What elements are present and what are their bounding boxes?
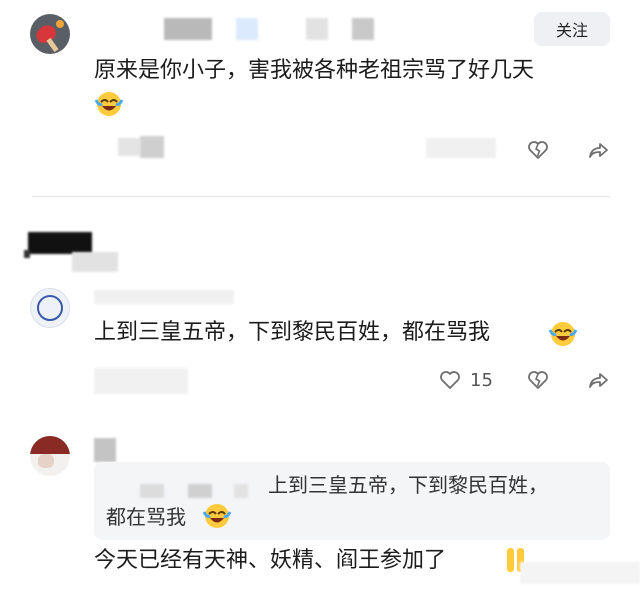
dislike-button[interactable] [526, 368, 550, 392]
avatar[interactable] [30, 288, 70, 328]
share-arrow-icon [589, 143, 608, 158]
like-count: 15 [470, 370, 493, 391]
redacted-block [24, 250, 30, 258]
avatar[interactable] [30, 14, 70, 54]
redacted-quote-user [188, 484, 212, 498]
redacted-meta [94, 368, 188, 394]
avatar-face [38, 454, 54, 468]
share-arrow-icon [589, 373, 608, 388]
dislike-button[interactable] [526, 138, 550, 162]
redacted-badge [236, 18, 258, 40]
comment-text: 上到三皇五帝，下到黎民百姓，都在骂我 [94, 320, 491, 345]
share-button[interactable] [586, 138, 610, 162]
redacted-username [94, 290, 234, 304]
seal-ring [37, 295, 63, 321]
redacted-username [94, 438, 116, 462]
quote-text-line2: 都在骂我 [106, 505, 186, 529]
redacted-badge [352, 18, 374, 40]
redacted-quote-user [234, 484, 248, 498]
avatar[interactable] [30, 436, 70, 476]
like-button[interactable] [438, 368, 462, 392]
comment-text: 今天已经有天神、妖精、阎王参加了 [94, 548, 447, 573]
redacted-meta [118, 138, 140, 156]
redacted-block [28, 232, 92, 254]
laughing-crying-emoji-icon [94, 88, 124, 118]
redacted-badge [306, 18, 328, 40]
follow-button[interactable]: 关注 [534, 12, 610, 46]
laughing-crying-emoji-icon [202, 500, 232, 530]
redacted-username [164, 18, 212, 40]
laughing-crying-emoji-icon [548, 318, 578, 348]
paddle-handle [46, 37, 59, 53]
ping-pong-paddle-icon [33, 22, 59, 46]
heart-outline-icon [440, 371, 460, 389]
broken-heart-icon [528, 141, 548, 159]
divider [32, 196, 610, 197]
avatar-hair [30, 436, 70, 454]
comment-text: 原来是你小子，害我被各种老祖宗骂了好几天 [94, 58, 535, 83]
redacted-block [72, 252, 118, 272]
quote-text-line1: 上到三皇五帝，下到黎民百姓， [268, 473, 548, 497]
ball [56, 20, 64, 28]
redacted-quote-user [140, 484, 164, 498]
redacted-meta [520, 562, 640, 584]
broken-heart-icon [528, 371, 548, 389]
share-button[interactable] [586, 368, 610, 392]
redacted-meta [140, 136, 164, 158]
redacted-meta [426, 138, 496, 158]
